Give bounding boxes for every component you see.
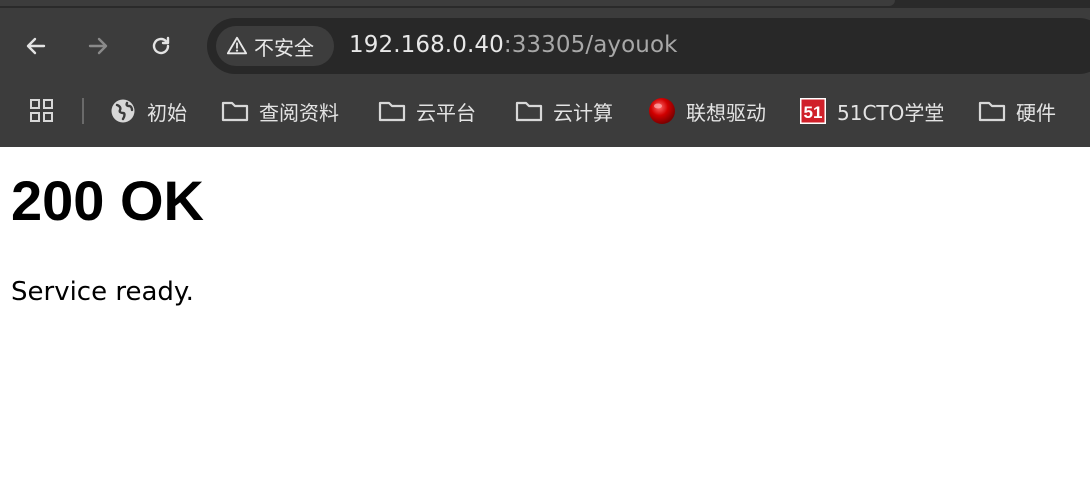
url-host: 192.168.0.40 xyxy=(349,32,504,58)
bookmark-yingjian[interactable]: 硬件 xyxy=(978,94,1056,128)
url-path: :33305/ayouok xyxy=(503,32,678,58)
page-heading: 200 OK xyxy=(11,169,204,232)
forward-button[interactable] xyxy=(80,28,116,64)
back-arrow-icon xyxy=(26,37,46,55)
security-label: 不安全 xyxy=(254,35,314,60)
security-indicator[interactable]: 不安全 xyxy=(216,26,334,66)
bookmarks-bar: 初始 查阅资料 云平台 云计算 联想驱动 51 51CTO学堂 硬件 xyxy=(0,88,1090,134)
bookmark-yunjisuan[interactable]: 云计算 xyxy=(515,94,613,128)
back-button[interactable] xyxy=(18,28,54,64)
folder-icon xyxy=(978,97,1006,125)
reload-button[interactable] xyxy=(143,28,179,64)
warning-triangle-icon xyxy=(226,36,248,55)
forward-arrow-icon xyxy=(88,37,108,55)
globe-icon xyxy=(109,97,137,125)
bookmark-label: 初始 xyxy=(147,100,187,125)
browser-toolbar: 不安全 192.168.0.40:33305/ayouok xyxy=(0,14,1090,78)
bookmark-label: 查阅资料 xyxy=(259,100,339,125)
bookmark-chayueziliao[interactable]: 查阅资料 xyxy=(221,94,339,128)
bookmark-label: 硬件 xyxy=(1016,100,1056,125)
page-content: 200 OK Service ready. xyxy=(0,147,1090,491)
bookmarks-divider xyxy=(82,98,84,124)
folder-icon xyxy=(515,97,543,125)
apps-grid-icon[interactable] xyxy=(29,98,55,124)
bookmark-yunpingtai[interactable]: 云平台 xyxy=(378,94,476,128)
active-tab-edge[interactable] xyxy=(0,0,895,6)
bookmark-lianxiangqudong[interactable]: 联想驱动 xyxy=(648,94,766,128)
url-text[interactable]: 192.168.0.40:33305/ayouok xyxy=(349,32,678,58)
bookmark-label: 51CTO学堂 xyxy=(837,100,945,125)
folder-icon xyxy=(378,97,406,125)
browser-chrome: 不安全 192.168.0.40:33305/ayouok 初始 查阅资料 云平… xyxy=(0,0,1090,147)
bookmark-label: 云平台 xyxy=(416,100,476,125)
bookmark-51cto[interactable]: 51 51CTO学堂 xyxy=(799,94,944,128)
tab-strip xyxy=(0,0,1090,8)
51cto-icon: 51 xyxy=(799,97,827,125)
folder-icon xyxy=(221,97,249,125)
svg-text:51: 51 xyxy=(804,103,823,122)
bookmark-chushi[interactable]: 初始 xyxy=(109,94,187,128)
address-bar[interactable]: 不安全 192.168.0.40:33305/ayouok xyxy=(207,18,1090,74)
status-message: Service ready. xyxy=(11,277,194,307)
reload-icon xyxy=(152,36,170,55)
bookmark-label: 联想驱动 xyxy=(686,100,766,125)
lenovo-ball-icon xyxy=(648,97,676,125)
bookmark-label: 云计算 xyxy=(553,100,613,125)
